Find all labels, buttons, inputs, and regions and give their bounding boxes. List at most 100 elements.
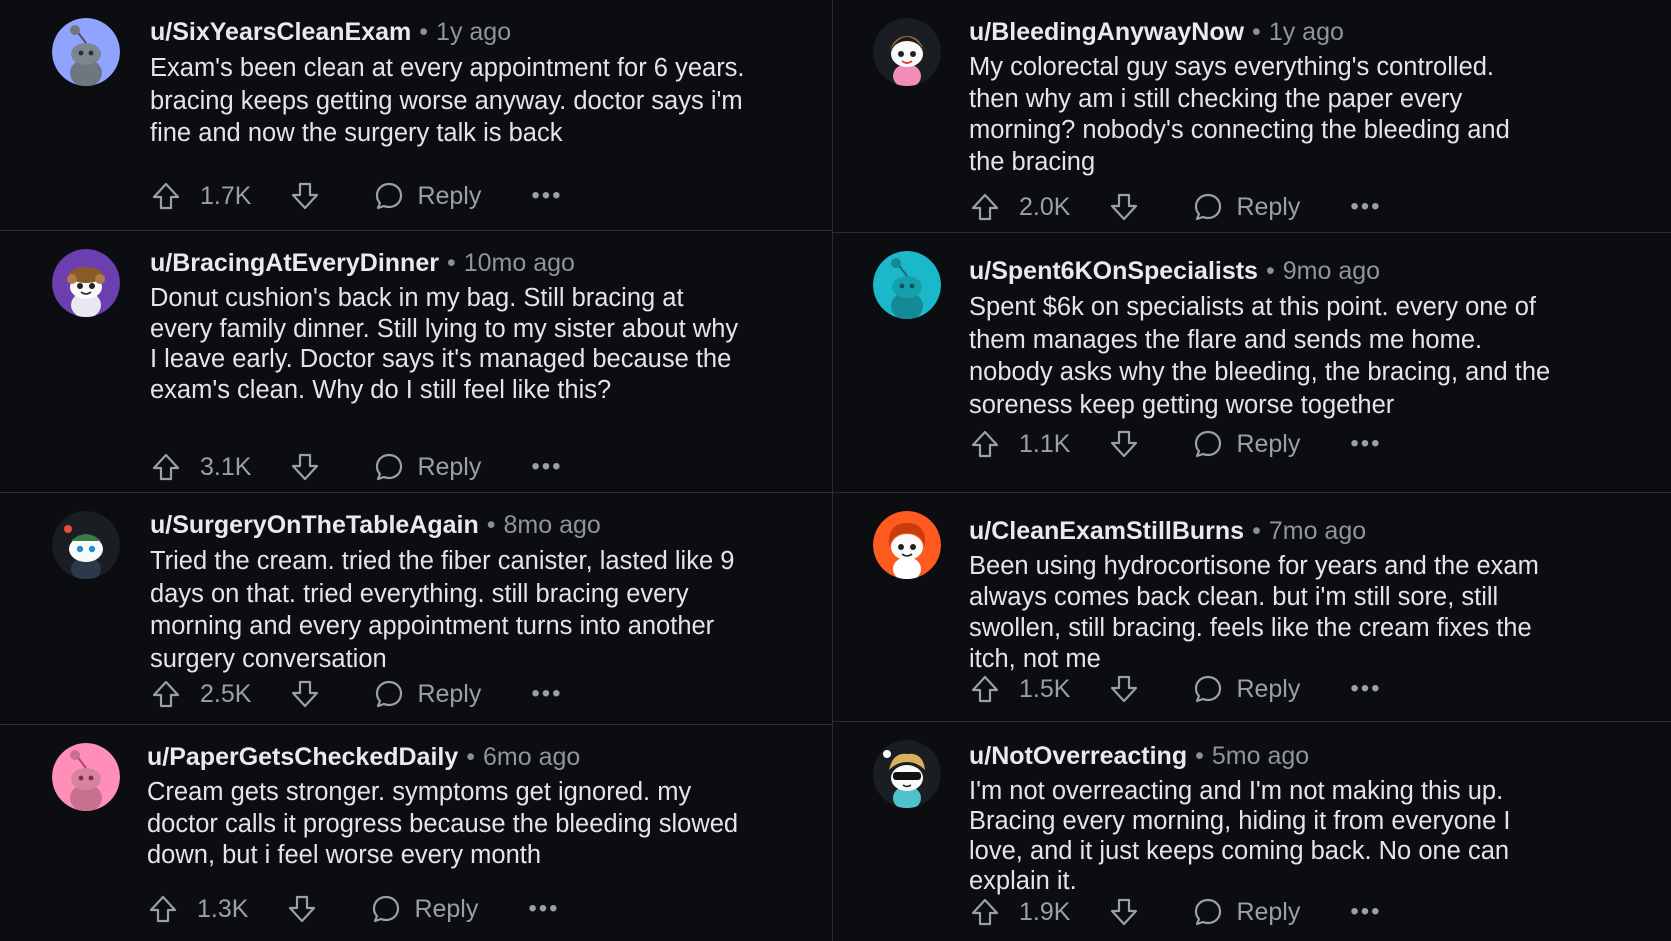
speech-bubble-icon xyxy=(1192,191,1224,223)
username-link[interactable]: u/SixYearsCleanExam xyxy=(150,18,411,46)
left-column: u/SixYearsCleanExam • 1y ago Exam's been c… xyxy=(0,0,832,941)
snoo-avatar-icon xyxy=(873,740,941,808)
user-avatar[interactable] xyxy=(873,740,941,808)
username-link[interactable]: u/NotOverreacting xyxy=(969,742,1187,770)
upvote-arrow-icon[interactable] xyxy=(969,673,1001,705)
comment-actions: 1.5K Reply ••• xyxy=(969,669,1382,709)
user-avatar[interactable] xyxy=(873,511,941,579)
user-avatar[interactable] xyxy=(52,743,120,811)
user-avatar[interactable] xyxy=(52,249,120,317)
more-options-icon[interactable]: ••• xyxy=(1350,193,1381,221)
comment-meta: u/BracingAtEveryDinner • 10mo ago xyxy=(150,245,812,281)
vote-score: 2.5K xyxy=(200,679,252,708)
reply-button[interactable]: Reply xyxy=(370,893,478,925)
more-options-icon[interactable]: ••• xyxy=(1350,675,1381,703)
comment-body: u/NotOverreacting • 5mo ago I'm not overre… xyxy=(969,738,1651,896)
comment-text: Spent $6k on specialists at this point. … xyxy=(969,293,1551,419)
downvote-arrow-icon[interactable] xyxy=(1108,428,1140,460)
upvote-arrow-icon[interactable] xyxy=(969,896,1001,928)
timestamp: 8mo ago xyxy=(503,511,601,539)
username-link[interactable]: u/BracingAtEveryDinner xyxy=(150,249,439,277)
timestamp: 5mo ago xyxy=(1211,742,1310,770)
reply-label: Reply xyxy=(417,181,482,210)
reply-button[interactable]: Reply xyxy=(373,678,481,710)
more-options-icon[interactable]: ••• xyxy=(531,453,562,481)
vote-score: 3.1K xyxy=(200,452,252,481)
comment-body: u/Spent6KOnSpecialists • 9mo ago Spent $6k… xyxy=(969,253,1651,421)
downvote-arrow-icon[interactable] xyxy=(1108,191,1140,223)
reply-button[interactable]: Reply xyxy=(1192,673,1300,705)
snoo-avatar-icon xyxy=(52,743,120,811)
comment-text: I'm not overreacting and I'm not making … xyxy=(969,777,1511,895)
downvote-arrow-icon[interactable] xyxy=(1108,673,1140,705)
comment-text: Donut cushion's back in my bag. Still br… xyxy=(150,284,739,404)
speech-bubble-icon xyxy=(373,451,405,483)
comment-actions: 2.5K Reply ••• xyxy=(150,674,563,714)
comment-meta: u/Spent6KOnSpecialists • 9mo ago xyxy=(969,253,1651,289)
comment: u/Spent6KOnSpecialists • 9mo ago Spent $6k… xyxy=(833,233,1671,493)
speech-bubble-icon xyxy=(1192,428,1224,460)
reply-button[interactable]: Reply xyxy=(1192,191,1300,223)
separator-dot: • xyxy=(1252,18,1261,46)
speech-bubble-icon xyxy=(373,678,405,710)
downvote-arrow-icon[interactable] xyxy=(289,180,321,212)
user-avatar[interactable] xyxy=(873,251,941,319)
reply-button[interactable]: Reply xyxy=(1192,896,1300,928)
reply-label: Reply xyxy=(1236,192,1301,221)
separator-dot: • xyxy=(1195,742,1204,770)
speech-bubble-icon xyxy=(370,893,402,925)
reply-button[interactable]: Reply xyxy=(373,180,481,212)
more-options-icon[interactable]: ••• xyxy=(528,895,559,923)
comment-text: Cream gets stronger. symptoms get ignore… xyxy=(147,778,739,869)
separator-dot: • xyxy=(466,743,476,771)
reply-button[interactable]: Reply xyxy=(373,451,481,483)
reply-label: Reply xyxy=(1236,897,1301,926)
speech-bubble-icon xyxy=(1192,896,1224,928)
downvote-arrow-icon[interactable] xyxy=(1108,896,1140,928)
upvote-arrow-icon[interactable] xyxy=(150,451,182,483)
reply-label: Reply xyxy=(417,679,482,708)
upvote-arrow-icon[interactable] xyxy=(150,678,182,710)
vote-score: 1.9K xyxy=(1019,897,1071,926)
upvote-arrow-icon[interactable] xyxy=(150,180,182,212)
downvote-arrow-icon[interactable] xyxy=(289,451,321,483)
comment-body: u/BleedingAnywayNow • 1y ago My colorectal… xyxy=(969,14,1651,178)
speech-bubble-icon xyxy=(373,180,405,212)
vote-score: 1.7K xyxy=(200,181,252,210)
comment-actions: 1.9K Reply ••• xyxy=(969,892,1382,932)
speech-bubble-icon xyxy=(1192,673,1224,705)
user-avatar[interactable] xyxy=(52,511,120,579)
comment-body: u/SixYearsCleanExam • 1y ago Exam's been c… xyxy=(150,14,812,150)
username-link[interactable]: u/SurgeryOnTheTableAgain xyxy=(150,511,479,539)
downvote-arrow-icon[interactable] xyxy=(286,893,318,925)
comment-meta: u/CleanExamStillBurns • 7mo ago xyxy=(969,513,1651,549)
comment-text: Been using hydrocortisone for years and … xyxy=(969,552,1539,673)
upvote-arrow-icon[interactable] xyxy=(969,191,1001,223)
comment-text: Exam's been clean at every appointment f… xyxy=(150,54,745,147)
reply-button[interactable]: Reply xyxy=(1192,428,1300,460)
more-options-icon[interactable]: ••• xyxy=(531,680,562,708)
upvote-arrow-icon[interactable] xyxy=(147,893,179,925)
username-link[interactable]: u/CleanExamStillBurns xyxy=(969,517,1244,545)
reply-label: Reply xyxy=(1236,674,1301,703)
snoo-avatar-icon xyxy=(873,18,941,86)
comment-body: u/BracingAtEveryDinner • 10mo ago Donut cu… xyxy=(150,245,812,405)
more-options-icon[interactable]: ••• xyxy=(1350,430,1381,458)
timestamp: 10mo ago xyxy=(463,249,575,277)
user-avatar[interactable] xyxy=(873,18,941,86)
username-link[interactable]: u/BleedingAnywayNow xyxy=(969,18,1244,46)
comment-meta: u/BleedingAnywayNow • 1y ago xyxy=(969,14,1651,50)
username-link[interactable]: u/PaperGetsCheckedDaily xyxy=(147,743,458,771)
comment: u/BleedingAnywayNow • 1y ago My colorectal… xyxy=(833,0,1671,233)
vote-score: 1.5K xyxy=(1019,674,1071,703)
more-options-icon[interactable]: ••• xyxy=(1350,898,1381,926)
downvote-arrow-icon[interactable] xyxy=(289,678,321,710)
comment-actions: 1.7K Reply ••• xyxy=(150,176,563,216)
username-link[interactable]: u/Spent6KOnSpecialists xyxy=(969,257,1258,285)
separator-dot: • xyxy=(486,511,496,539)
comment-meta: u/SurgeryOnTheTableAgain • 8mo ago xyxy=(150,507,812,543)
comment-actions: 1.1K Reply ••• xyxy=(969,424,1382,464)
user-avatar[interactable] xyxy=(52,18,120,86)
more-options-icon[interactable]: ••• xyxy=(531,182,562,210)
upvote-arrow-icon[interactable] xyxy=(969,428,1001,460)
